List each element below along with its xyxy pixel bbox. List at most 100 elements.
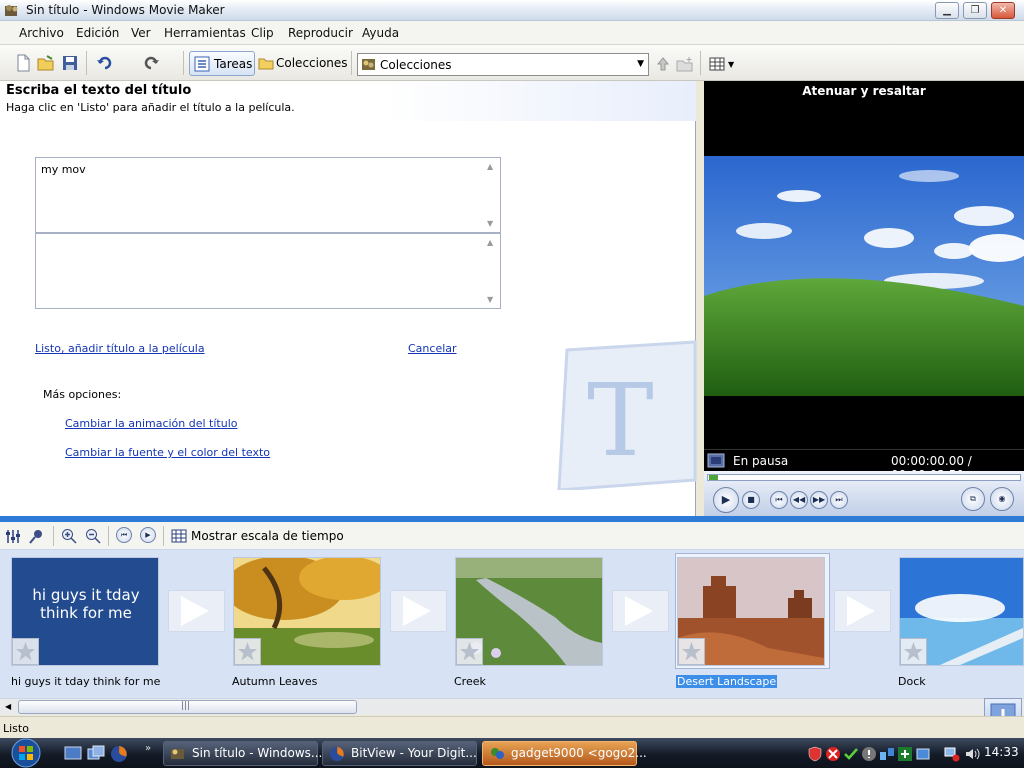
- menu-ver[interactable]: Ver: [131, 26, 151, 40]
- storyboard-clip-title[interactable]: hi guys it tday think for me: [11, 557, 159, 666]
- star-icon: [900, 638, 927, 665]
- collections-dropdown-value: Colecciones: [380, 58, 452, 72]
- storyboard-clip-creek[interactable]: [455, 557, 603, 666]
- clip-label-creek: Creek: [454, 675, 486, 688]
- clip-label-title: hi guys it tday think for me: [11, 675, 161, 688]
- take-picture-button[interactable]: ◉: [990, 487, 1014, 511]
- save-project-icon[interactable]: [61, 54, 79, 72]
- title-text-scrollbar[interactable]: ▲ ▼: [484, 158, 500, 232]
- switch-windows-icon[interactable]: [87, 745, 105, 761]
- rewind-storyboard-button[interactable]: ⏮: [116, 527, 132, 543]
- star-icon: [678, 638, 705, 665]
- zoom-in-icon[interactable]: [61, 528, 77, 544]
- menu-clip[interactable]: Clip: [251, 26, 274, 40]
- tasks-tab-button[interactable]: Tareas: [189, 51, 255, 76]
- firefox-quicklaunch-icon[interactable]: [110, 745, 128, 763]
- cancel-link[interactable]: Cancelar: [408, 342, 457, 355]
- open-project-icon[interactable]: [37, 54, 55, 72]
- taskbar-clock[interactable]: 14:33: [984, 745, 1019, 759]
- done-add-title-link[interactable]: Listo, añadir título a la película: [35, 342, 205, 355]
- set-audio-levels-icon[interactable]: [6, 528, 20, 544]
- forward-button[interactable]: ▶▶: [810, 491, 828, 509]
- warning-icon[interactable]: [861, 746, 877, 762]
- check-icon[interactable]: [843, 746, 859, 762]
- redo-icon[interactable]: [142, 54, 160, 72]
- subtitle-text-field[interactable]: ▲ ▼: [35, 233, 501, 309]
- star-icon: [234, 638, 261, 665]
- narrate-timeline-icon[interactable]: [28, 528, 44, 544]
- storyboard-clip-autumn[interactable]: [224, 556, 389, 666]
- next-frame-button[interactable]: ⏭: [830, 491, 848, 509]
- page-title: Escriba el texto del título: [6, 83, 192, 98]
- minimize-button[interactable]: ▁: [935, 2, 959, 19]
- transition-slot-3[interactable]: [612, 590, 669, 632]
- transition-slot-4[interactable]: [834, 590, 891, 632]
- view-dropdown-icon[interactable]: ▼: [728, 60, 734, 69]
- start-button-icon[interactable]: [4, 737, 48, 768]
- taskbar-firefox[interactable]: BitView - Your Digit...: [322, 741, 477, 766]
- collections-folder-icon: [258, 58, 274, 70]
- device-icon[interactable]: [915, 746, 931, 762]
- tasks-tab-label: Tareas: [214, 57, 253, 71]
- stop-button[interactable]: ■: [742, 491, 760, 509]
- collection-icon: [362, 59, 375, 70]
- storyboard-clip-dock[interactable]: [899, 557, 1024, 666]
- clip-label-dock: Dock: [898, 675, 926, 688]
- zoom-out-icon[interactable]: [85, 528, 101, 544]
- collections-tab-label: Colecciones: [276, 56, 348, 70]
- network-icon[interactable]: [879, 746, 895, 762]
- view-options-icon[interactable]: [709, 57, 725, 71]
- firefox-icon: [330, 747, 344, 761]
- taskbar-gadget[interactable]: gadget9000 <gogo2...: [482, 741, 647, 766]
- split-clip-button[interactable]: ⧉: [961, 487, 985, 511]
- update-icon[interactable]: [897, 746, 913, 762]
- messenger-icon: [491, 748, 504, 759]
- network-status-icon[interactable]: [944, 746, 960, 762]
- menu-reproducir[interactable]: Reproducir: [288, 26, 353, 40]
- menu-archivo[interactable]: Archivo: [19, 26, 64, 40]
- page-subtitle: Haga clic en 'Listo' para añadir el títu…: [6, 101, 295, 114]
- chevron-down-icon[interactable]: ▼: [637, 59, 644, 69]
- play-button[interactable]: ▶: [713, 487, 739, 513]
- svg-text:T: T: [587, 362, 654, 479]
- scrollbar-thumb[interactable]: |||: [18, 700, 357, 714]
- rewind-button[interactable]: ◀◀: [790, 491, 808, 509]
- new-project-icon[interactable]: [14, 54, 32, 72]
- seek-handle[interactable]: [709, 475, 718, 480]
- undo-icon[interactable]: [96, 54, 114, 72]
- monitor-mode-icon: [707, 453, 725, 468]
- new-collection-folder-icon[interactable]: [676, 56, 694, 72]
- transition-slot-2[interactable]: [390, 590, 447, 632]
- show-timeline-button[interactable]: Mostrar escala de tiempo: [191, 529, 344, 543]
- volume-icon[interactable]: [964, 746, 980, 762]
- storyboard-clip-desert[interactable]: [677, 557, 825, 666]
- title-text-field[interactable]: my mov ▲ ▼: [35, 157, 501, 233]
- security-shield-icon[interactable]: [807, 746, 823, 762]
- close-button[interactable]: ✕: [991, 2, 1015, 19]
- previous-frame-button[interactable]: ⏮: [770, 491, 788, 509]
- window-title-bar[interactable]: Sin título - Windows Movie Maker ▁ ❐ ✕: [0, 0, 1024, 21]
- menu-edicion[interactable]: Edición: [76, 26, 119, 40]
- menu-bar: Archivo Edición Ver Herramientas Clip Re…: [0, 21, 1024, 45]
- blocked-icon[interactable]: [825, 746, 841, 762]
- storyboard-toolbar: ⏮ ▶ Mostrar escala de tiempo: [0, 522, 1024, 550]
- menu-herramientas[interactable]: Herramientas: [164, 26, 246, 40]
- show-timeline-icon[interactable]: [171, 528, 187, 544]
- change-font-color-link[interactable]: Cambiar la fuente y el color del texto: [65, 446, 270, 459]
- collections-dropdown[interactable]: Colecciones ▼: [357, 53, 649, 76]
- maximize-button[interactable]: ❐: [963, 2, 987, 19]
- seek-bar[interactable]: [707, 474, 1021, 481]
- quicklaunch-more-icon[interactable]: »: [145, 743, 151, 754]
- taskbar-label: gadget9000 <gogo2...: [511, 746, 647, 760]
- show-desktop-icon[interactable]: [64, 745, 82, 761]
- menu-ayuda[interactable]: Ayuda: [362, 26, 399, 40]
- up-one-level-icon[interactable]: [655, 56, 671, 72]
- taskbar-moviemaker[interactable]: Sin título - Windows...: [163, 741, 322, 766]
- transition-slot-1[interactable]: [168, 590, 225, 632]
- scroll-left-icon[interactable]: ◀: [5, 702, 11, 711]
- collections-tab-button[interactable]: Colecciones: [256, 51, 348, 76]
- change-animation-link[interactable]: Cambiar la animación del título: [65, 417, 238, 430]
- movie-maker-icon: [171, 749, 184, 759]
- play-storyboard-button[interactable]: ▶: [140, 527, 156, 543]
- subtitle-text-scrollbar[interactable]: ▲ ▼: [484, 234, 500, 308]
